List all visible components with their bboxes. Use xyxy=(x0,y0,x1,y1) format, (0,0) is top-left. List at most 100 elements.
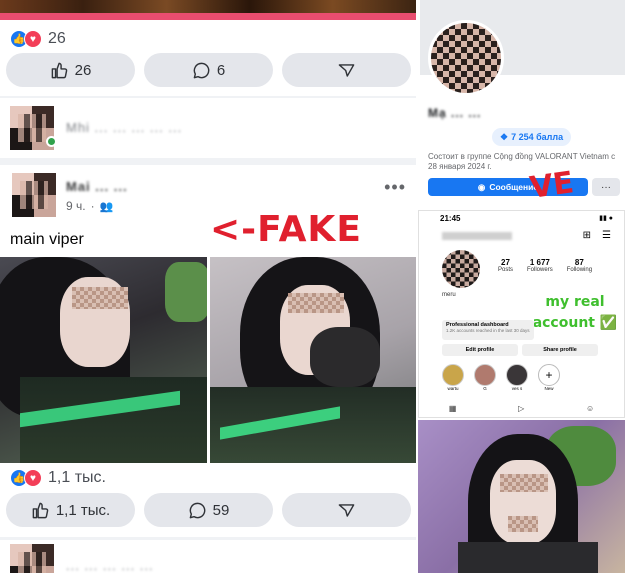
comment-icon xyxy=(189,502,206,518)
profile-name: Mạ ... ... xyxy=(428,106,481,120)
stat-label: Posts xyxy=(498,267,514,273)
stat-value: 27 xyxy=(501,258,510,267)
status-time: 21:45 xyxy=(440,214,461,223)
author-avatar[interactable] xyxy=(12,173,56,217)
action-buttons: 26 6 xyxy=(6,53,411,87)
facebook-feed: 👍 ♥ 26 26 6 Mhi ... ... ... ... ... Mai … xyxy=(0,0,416,573)
comment-count: 59 xyxy=(212,501,230,519)
eyes-blur xyxy=(288,293,344,313)
highlight-item-new[interactable]: + New xyxy=(538,364,560,391)
edit-profile-button[interactable]: Edit profile xyxy=(442,344,518,356)
commenter-avatar xyxy=(10,544,54,573)
share-button[interactable] xyxy=(282,493,411,527)
comment-preview[interactable]: Mhi ... ... ... ... ... xyxy=(0,98,416,158)
profile-picture[interactable] xyxy=(428,20,504,96)
stat-followers[interactable]: 1 677 Followers xyxy=(527,258,553,273)
love-reaction-icon: ♥ xyxy=(24,469,42,487)
fake-annotation: <-FAKE xyxy=(210,209,362,250)
like-button[interactable]: 26 xyxy=(6,53,135,87)
more-button[interactable]: ··· xyxy=(592,178,620,196)
profile-tabs: ▦ ▷ ☺ xyxy=(418,404,625,413)
instagram-avatar[interactable] xyxy=(442,250,480,288)
love-reaction-icon: ♥ xyxy=(24,30,42,48)
facebook-group-profile: Mạ ... ... ❖ 7 254 балла Состоит в групп… xyxy=(418,0,625,208)
gloved-hand xyxy=(310,327,380,387)
post-caption: main viper xyxy=(10,231,84,248)
comment-icon xyxy=(193,62,210,78)
reaction-count: 26 xyxy=(48,30,66,47)
more-options-icon[interactable]: ••• xyxy=(384,177,406,198)
username-header xyxy=(442,232,512,240)
share-profile-button[interactable]: Share profile xyxy=(522,344,598,356)
share-icon xyxy=(338,503,355,517)
add-icon[interactable]: ⊞ xyxy=(583,230,591,241)
dashboard-subtitle: 1.2K accounts reached in the last 30 day… xyxy=(446,328,530,333)
share-button[interactable] xyxy=(282,53,411,87)
highlight-label: wartu xyxy=(447,386,459,391)
share-profile-label: Share profile xyxy=(543,347,577,353)
screenshot-collage: 👍 ♥ 26 26 6 Mhi ... ... ... ... ... Mai … xyxy=(0,0,625,573)
diamond-icon: ❖ xyxy=(500,131,509,142)
instagram-profile: 21:45 ▮▮ ● ⊞ ☰ 27 Posts 1 677 Followers … xyxy=(418,210,625,418)
story-highlights: wartu G ves s + New xyxy=(442,364,560,391)
stat-posts[interactable]: 27 Posts xyxy=(498,258,513,273)
real-account-photo[interactable] xyxy=(418,420,625,573)
thumbs-up-icon xyxy=(51,62,67,78)
comment-button[interactable]: 6 xyxy=(144,53,273,87)
highlight-cover xyxy=(506,364,528,386)
points-badge[interactable]: ❖ 7 254 балла xyxy=(492,128,572,146)
highlight-label: New xyxy=(544,386,554,391)
plus-icon: + xyxy=(538,364,560,386)
stat-value: 87 xyxy=(574,258,584,267)
highlight-label: G xyxy=(483,386,487,391)
stat-label: Following xyxy=(566,267,593,273)
highlight-item[interactable]: wartu xyxy=(442,364,464,391)
thumbs-up-icon xyxy=(32,502,49,518)
highlight-item[interactable]: ves s xyxy=(506,364,528,391)
comment-count: 6 xyxy=(216,61,226,79)
grid-icon[interactable]: ▦ xyxy=(449,404,457,413)
profile-stats: 27 Posts 1 677 Followers 87 Following xyxy=(498,258,592,273)
professional-dashboard[interactable]: Professional dashboard 1.2K accounts rea… xyxy=(442,320,534,340)
plush-toy xyxy=(165,262,207,322)
comment-button[interactable]: 59 xyxy=(144,493,273,527)
tagged-icon[interactable]: ☺ xyxy=(586,404,594,413)
next-comment-preview[interactable]: ... ... ... ... ... xyxy=(0,540,416,573)
instagram-handle: meru xyxy=(442,292,456,298)
stat-following[interactable]: 87 Following xyxy=(567,258,592,273)
post-card: Mai ... ... 9 ч. · 👥 ••• main viper <-FA… xyxy=(0,165,416,537)
highlight-item[interactable]: G xyxy=(474,364,496,391)
eyes-blur xyxy=(72,287,128,309)
comment-text: Mhi ... ... ... ... ... xyxy=(66,120,183,135)
pixelated-face xyxy=(431,23,501,93)
mouth-blur xyxy=(508,516,538,532)
reels-icon[interactable]: ▷ xyxy=(518,404,524,413)
online-status-dot xyxy=(46,136,57,147)
reaction-summary[interactable]: 👍 ♥ 26 xyxy=(10,30,66,48)
like-count: 26 xyxy=(74,61,92,79)
menu-icon[interactable]: ☰ xyxy=(602,230,611,241)
outfit-shape xyxy=(458,542,598,573)
author-name[interactable]: Mai ... ... xyxy=(66,179,128,194)
post-meta: 9 ч. · 👥 xyxy=(66,199,114,213)
highlight-cover xyxy=(474,364,496,386)
fake-overlay-text: VE xyxy=(527,165,576,206)
audience-friends-icon: 👥 xyxy=(99,200,114,213)
reaction-summary[interactable]: 👍 ♥ 1,1 тыс. xyxy=(10,469,106,487)
post-photo-2[interactable] xyxy=(210,257,416,463)
stat-label: Followers xyxy=(527,267,553,273)
status-icons: ▮▮ ● xyxy=(599,215,613,222)
post-photo-1[interactable] xyxy=(0,257,207,463)
edit-profile-label: Edit profile xyxy=(465,347,495,353)
eyes-blur xyxy=(500,474,548,492)
post-time: 9 ч. xyxy=(66,199,86,213)
messenger-icon: ◉ xyxy=(477,181,486,192)
real-account-annotation: my real account ✅ xyxy=(532,294,618,331)
like-button[interactable]: 1,1 тыс. xyxy=(6,493,135,527)
like-count: 1,1 тыс. xyxy=(55,501,111,519)
stat-value: 1 677 xyxy=(529,258,550,267)
highlight-label: ves s xyxy=(511,386,523,391)
previous-post-image-edge xyxy=(0,0,416,20)
post-footer: 👍 ♥ 26 26 6 xyxy=(0,20,416,96)
membership-text: Состоит в группе Cộng đồng VALORANT Viet… xyxy=(428,152,616,171)
